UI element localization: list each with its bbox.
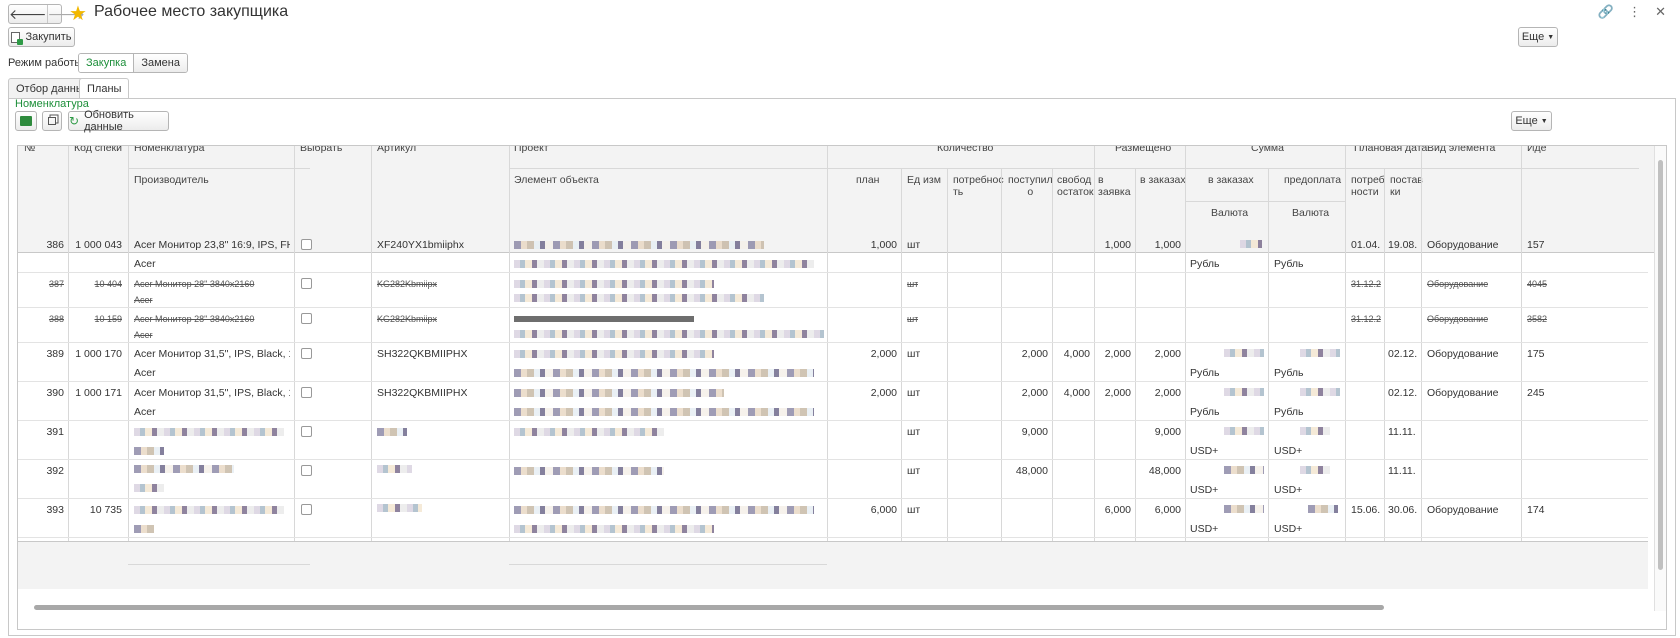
copy-icon[interactable] bbox=[42, 111, 62, 131]
col-object-element[interactable]: Элемент объекта bbox=[514, 174, 599, 186]
col-currency-1[interactable]: Валюта bbox=[1211, 207, 1248, 219]
favorite-star-icon[interactable]: ★ bbox=[69, 1, 87, 26]
col-received[interactable]: поступил о bbox=[1008, 174, 1053, 198]
col-supply-date[interactable]: постав ки bbox=[1390, 174, 1423, 198]
col-project[interactable]: Проект bbox=[514, 146, 549, 154]
col-need-date[interactable]: потреб ности bbox=[1351, 174, 1385, 198]
refresh-icon: ↻ bbox=[69, 114, 80, 128]
col-unit[interactable]: Ед изм bbox=[907, 174, 941, 186]
select-checkbox[interactable] bbox=[301, 348, 312, 359]
col-currency-2[interactable]: Валюта bbox=[1292, 207, 1329, 219]
link-icon[interactable]: 🔗 bbox=[1598, 4, 1614, 20]
buy-button[interactable]: Закупить bbox=[8, 27, 75, 47]
scroll-thumb[interactable] bbox=[34, 605, 1384, 610]
refresh-data-button[interactable]: ↻ Обновить данные bbox=[68, 109, 169, 133]
table-row[interactable]: 388 10 159 Acer Монитор 28" 3840x2160 Ac… bbox=[18, 308, 1648, 343]
mode-replace[interactable]: Замена bbox=[133, 54, 187, 72]
panel-more-button[interactable]: Еще ▼ bbox=[1511, 111, 1552, 131]
close-icon[interactable]: ✕ bbox=[1655, 4, 1666, 20]
nav-buttons: 🡐 🡒 bbox=[8, 4, 85, 24]
more-button[interactable]: Еще ▼ bbox=[1518, 27, 1558, 47]
scroll-thumb[interactable] bbox=[1658, 160, 1663, 570]
col-article[interactable]: Артикул bbox=[377, 146, 416, 154]
col-nomenclature[interactable]: Номенклатура bbox=[134, 146, 204, 154]
col-manufacturer[interactable]: Производитель bbox=[134, 174, 209, 186]
menu-icon[interactable]: ⋮ bbox=[1628, 4, 1641, 20]
select-checkbox[interactable] bbox=[301, 278, 312, 289]
col-free-stock[interactable]: свобод остаток bbox=[1057, 174, 1094, 198]
col-plan[interactable]: план bbox=[856, 174, 879, 186]
col-placed[interactable]: Размещено bbox=[1115, 146, 1171, 154]
col-sum-orders[interactable]: в заказах bbox=[1208, 174, 1254, 186]
select-checkbox[interactable] bbox=[301, 465, 312, 476]
window-controls: 🔗 ⋮ ✕ bbox=[1598, 4, 1666, 20]
col-in-request[interactable]: в заявка bbox=[1098, 174, 1131, 198]
select-checkbox[interactable] bbox=[301, 239, 312, 250]
select-checkbox[interactable] bbox=[301, 313, 312, 324]
col-select[interactable]: Выбрать bbox=[300, 146, 342, 154]
excel-icon[interactable] bbox=[15, 111, 37, 131]
tab-plans[interactable]: Планы bbox=[79, 78, 130, 99]
table-row[interactable]: 387 10 404 Acer Монитор 28" 3840x2160 Ac… bbox=[18, 273, 1648, 308]
table-row[interactable]: 389 1 000 170 Acer Монитор 31,5", IPS, B… bbox=[18, 343, 1648, 382]
col-element-type[interactable]: Вид элемента bbox=[1427, 146, 1495, 154]
table-row[interactable]: 391 шт 9,000 9,000 USD+ USD+ 11.11. bbox=[18, 421, 1648, 460]
col-quantity[interactable]: Количество bbox=[937, 146, 993, 154]
table-footer bbox=[18, 541, 1648, 589]
page-title: Рабочее место закупщика bbox=[94, 3, 289, 20]
col-plan-date[interactable]: Плановая дата bbox=[1354, 146, 1427, 154]
nomenclature-link[interactable]: Номенклатура bbox=[15, 98, 89, 110]
mode-label: Режим работы: bbox=[8, 57, 86, 69]
chevron-down-icon: ▼ bbox=[1540, 117, 1548, 125]
col-code[interactable]: Код спеки bbox=[74, 146, 122, 154]
col-sum[interactable]: Сумма bbox=[1251, 146, 1284, 154]
select-checkbox[interactable] bbox=[301, 426, 312, 437]
vertical-scrollbar[interactable] bbox=[1654, 146, 1666, 611]
col-in-orders[interactable]: в заказах bbox=[1140, 174, 1186, 186]
select-checkbox[interactable] bbox=[301, 504, 312, 515]
col-prepay[interactable]: предоплата bbox=[1284, 174, 1341, 186]
chevron-down-icon: ▼ bbox=[1547, 33, 1555, 41]
table-row[interactable]: 392 шт 48,000 48,000 USD+ USD+ 11.11. bbox=[18, 460, 1648, 499]
back-icon[interactable]: 🡐 bbox=[9, 5, 47, 23]
table-row[interactable]: 393 10 735 6,000 шт 6,000 6,000 USD+ USD… bbox=[18, 499, 1648, 538]
table-row[interactable]: 386 1 000 043 Acer Монитор 23,8" 16:9, I… bbox=[18, 234, 1648, 273]
select-checkbox[interactable] bbox=[301, 387, 312, 398]
mode-purchase[interactable]: Закупка bbox=[79, 54, 134, 72]
plans-table: № Код спеки Номенклатура Производитель В… bbox=[17, 145, 1667, 630]
doc-add-icon bbox=[11, 31, 24, 45]
horizontal-scrollbar[interactable] bbox=[26, 604, 1644, 612]
col-need[interactable]: потребнос ть bbox=[953, 174, 1004, 198]
col-ident[interactable]: Иде bbox=[1527, 146, 1547, 154]
mode-switch: Закупка Замена bbox=[78, 53, 188, 73]
col-no[interactable]: № bbox=[24, 146, 35, 154]
table-row[interactable]: 390 1 000 171 Acer Монитор 31,5", IPS, B… bbox=[18, 382, 1648, 421]
